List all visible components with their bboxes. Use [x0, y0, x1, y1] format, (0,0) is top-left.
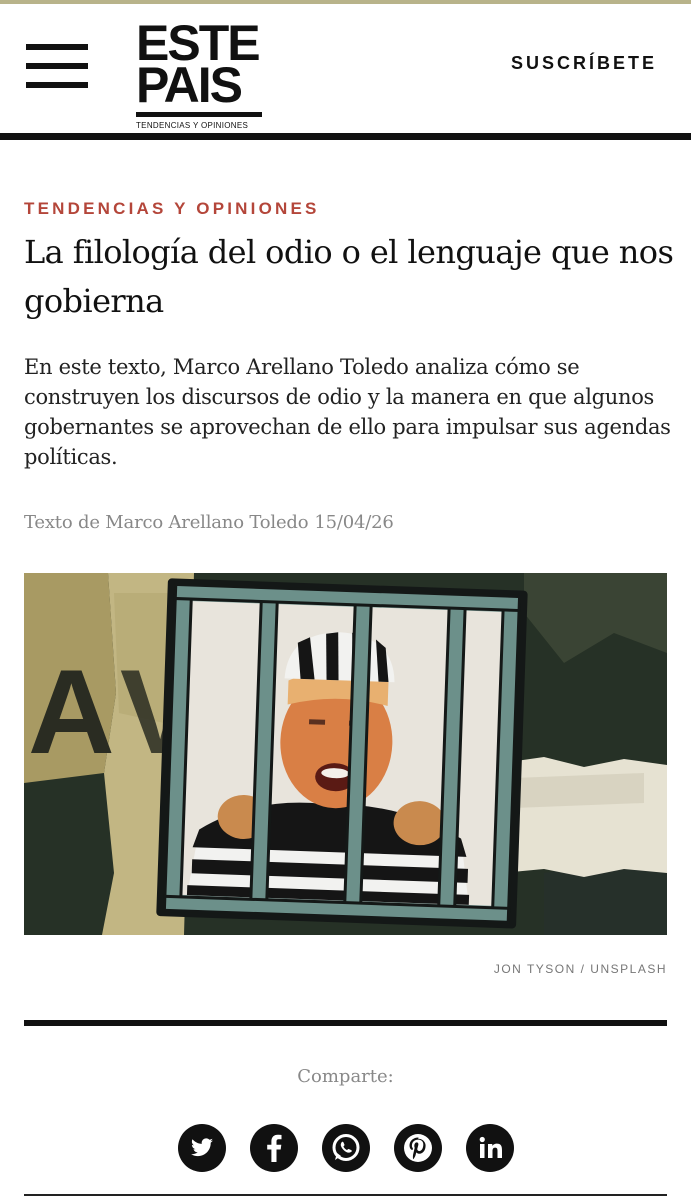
byline-date: 15/04/26 [314, 512, 394, 533]
article-title: La filología del odio o el lenguaje que … [24, 233, 674, 320]
share-label: Comparte: [297, 1066, 394, 1087]
article-dek: En este texto, Marco Arellano Toledo ana… [24, 355, 671, 469]
logo-line-2: PAIS [136, 57, 243, 113]
svg-text:A: A [28, 645, 115, 779]
linkedin-share-button[interactable] [466, 1124, 514, 1172]
linkedin-in-icon [479, 1136, 502, 1158]
byline-author: Texto de Marco Arellano Toledo [24, 512, 309, 533]
twitter-share-button[interactable] [178, 1124, 226, 1172]
article-hero-image[interactable]: A V [24, 573, 667, 935]
whatsapp-icon [332, 1134, 360, 1161]
facebook-share-button[interactable] [250, 1124, 298, 1172]
section-kicker[interactable]: TENDENCIAS Y OPINIONES [24, 199, 320, 219]
header-divider [0, 133, 691, 140]
hamburger-menu-icon[interactable] [26, 44, 88, 88]
hero-illustration: A V [24, 573, 667, 935]
logo-tagline: TENDENCIAS Y OPINIONES [136, 121, 249, 130]
article-byline: Texto de Marco Arellano Toledo 15/04/26 [24, 512, 394, 533]
pinterest-share-button[interactable] [394, 1124, 442, 1172]
section-divider [24, 1020, 667, 1026]
site-logo[interactable]: ESTE PAIS TENDENCIAS Y OPINIONES [136, 18, 264, 133]
bottom-divider [24, 1194, 667, 1196]
subscribe-link[interactable]: SUSCRÍBETE [511, 53, 657, 74]
whatsapp-share-button[interactable] [322, 1124, 370, 1172]
image-credit: JON TYSON / UNSPLASH [493, 962, 667, 976]
twitter-bird-icon [191, 1138, 213, 1157]
site-header: ESTE PAIS TENDENCIAS Y OPINIONES SUSCRÍB… [0, 4, 691, 132]
pinterest-icon [404, 1134, 432, 1162]
facebook-f-icon [267, 1134, 282, 1162]
logo-rule [136, 112, 262, 117]
